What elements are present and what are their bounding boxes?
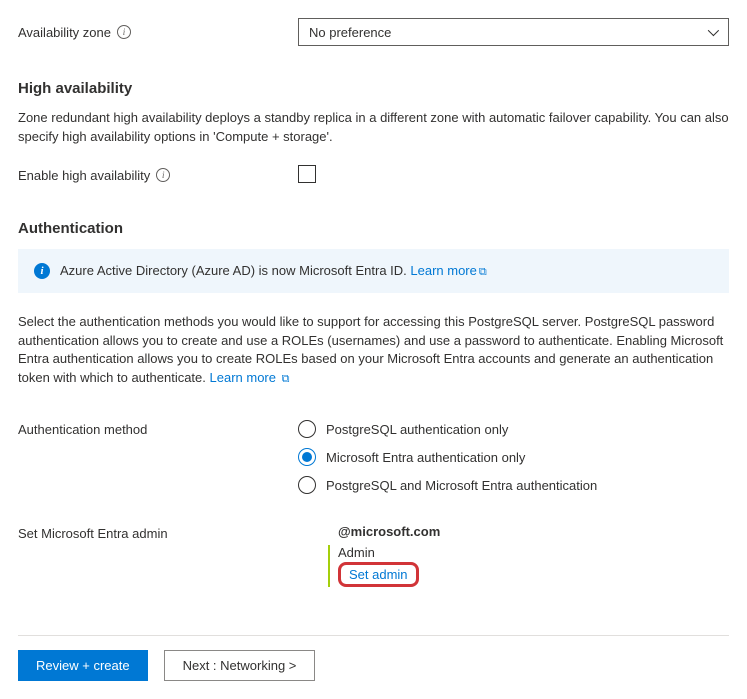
footer: Review + create Next : Networking > [18,635,729,681]
enable-ha-label-text: Enable high availability [18,168,150,183]
next-networking-button[interactable]: Next : Networking > [164,650,316,681]
enable-ha-checkbox[interactable] [298,165,316,183]
info-icon[interactable]: i [117,25,131,39]
authentication-description: Select the authentication methods you wo… [18,313,729,388]
set-admin-highlight: Set admin [338,562,419,587]
auth-method-radio-group: PostgreSQL authentication only Microsoft… [298,420,729,494]
availability-zone-row: Availability zone i No preference [18,18,729,46]
authentication-heading: Authentication [18,220,729,237]
auth-learn-more-link[interactable]: Learn more ⧉ [210,370,290,385]
auth-method-label-text: Authentication method [18,422,147,437]
set-admin-label-text: Set Microsoft Entra admin [18,526,168,541]
set-admin-value: @microsoft.com Admin Set admin [298,524,729,587]
entra-info-banner: i Azure Active Directory (Azure AD) is n… [18,249,729,293]
chevron-down-icon [706,26,718,38]
banner-learn-more-text: Learn more [410,263,476,278]
availability-zone-label: Availability zone i [18,25,298,40]
set-admin-row: Set Microsoft Entra admin @microsoft.com… [18,524,729,587]
auth-desc-text: Select the authentication methods you wo… [18,314,723,386]
radio-both-label: PostgreSQL and Microsoft Entra authentic… [326,478,597,493]
info-icon: i [34,263,50,279]
admin-user: @microsoft.com [298,524,729,539]
auth-method-row: Authentication method PostgreSQL authent… [18,420,729,494]
availability-zone-label-text: Availability zone [18,25,111,40]
enable-ha-label: Enable high availability i [18,168,298,183]
review-create-button[interactable]: Review + create [18,650,148,681]
radio-postgres-only[interactable]: PostgreSQL authentication only [298,420,729,438]
admin-role: Admin [338,545,729,560]
enable-ha-input-col [298,165,729,186]
banner-text-container: Azure Active Directory (Azure AD) is now… [60,263,487,279]
external-link-icon: ⧉ [282,372,290,388]
radio-icon [298,448,316,466]
radio-both[interactable]: PostgreSQL and Microsoft Entra authentic… [298,476,729,494]
set-admin-label: Set Microsoft Entra admin [18,524,298,541]
radio-entra-only[interactable]: Microsoft Entra authentication only [298,448,729,466]
availability-zone-select[interactable]: No preference [298,18,729,46]
auth-method-label: Authentication method [18,420,298,437]
availability-zone-value: No preference [309,25,391,40]
info-icon[interactable]: i [156,168,170,182]
banner-learn-more-link[interactable]: Learn more⧉ [410,263,486,278]
availability-zone-input-col: No preference [298,18,729,46]
set-admin-link[interactable]: Set admin [349,567,408,582]
admin-block: Admin Set admin [328,545,729,587]
banner-text: Azure Active Directory (Azure AD) is now… [60,263,410,278]
high-availability-heading: High availability [18,80,729,97]
enable-ha-row: Enable high availability i [18,165,729,186]
high-availability-description: Zone redundant high availability deploys… [18,109,729,147]
auth-learn-more-text: Learn more [210,370,276,385]
auth-method-options: PostgreSQL authentication only Microsoft… [298,420,729,494]
radio-entra-only-label: Microsoft Entra authentication only [326,450,525,465]
radio-icon [298,420,316,438]
external-link-icon: ⧉ [479,266,487,279]
radio-postgres-only-label: PostgreSQL authentication only [326,422,508,437]
radio-icon [298,476,316,494]
